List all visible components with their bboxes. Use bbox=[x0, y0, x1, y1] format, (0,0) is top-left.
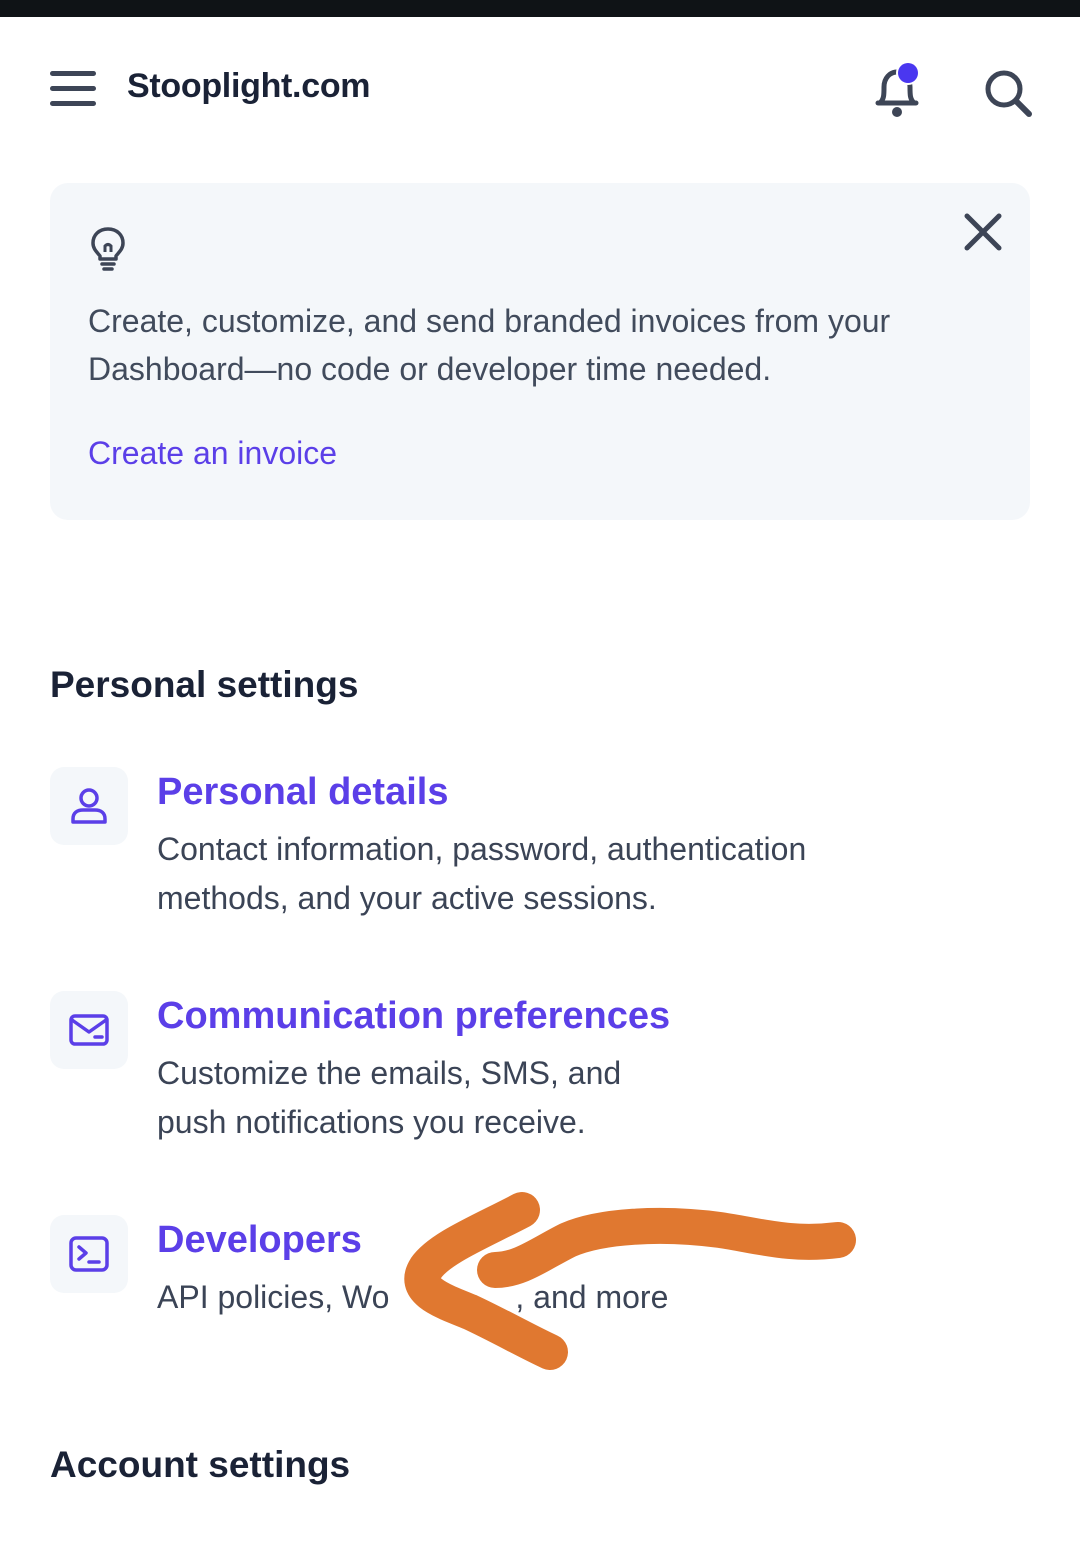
promo-message: Create, customize, and send branded invo… bbox=[88, 303, 891, 387]
personal-details-item[interactable]: Personal details Contact information, pa… bbox=[50, 767, 1030, 927]
notification-dot bbox=[898, 63, 918, 83]
developers-item[interactable]: Developers API policies, Wo , and more bbox=[50, 1215, 1030, 1325]
site-title: Stooplight.com bbox=[127, 67, 371, 105]
developers-title: Developers bbox=[157, 1219, 362, 1261]
description-visible-part: , and more bbox=[515, 1279, 669, 1315]
user-icon bbox=[71, 788, 107, 824]
description-visible-part: API policies, Wo bbox=[157, 1279, 390, 1315]
close-icon bbox=[964, 213, 1002, 251]
invoice-promo-banner: Create, customize, and send branded invo… bbox=[50, 183, 1030, 520]
personal-settings-heading: Personal settings bbox=[50, 664, 359, 705]
account-settings-heading: Account settings bbox=[50, 1444, 351, 1485]
terminal-icon bbox=[69, 1236, 109, 1272]
menu-line bbox=[50, 71, 96, 76]
developers-icon-tile bbox=[50, 1215, 128, 1293]
notifications-button[interactable] bbox=[866, 59, 930, 123]
lightbulb-icon bbox=[91, 227, 125, 271]
personal-details-description: Contact information, password, authentic… bbox=[157, 825, 806, 923]
mail-icon bbox=[69, 1014, 109, 1046]
personal-details-title: Personal details bbox=[157, 771, 449, 813]
communication-preferences-description: Customize the emails, SMS, and push noti… bbox=[157, 1049, 621, 1147]
description-line: push notifications you receive. bbox=[157, 1104, 586, 1140]
menu-line bbox=[50, 101, 96, 106]
hamburger-menu-button[interactable] bbox=[48, 69, 100, 109]
personal-details-icon-tile bbox=[50, 767, 128, 845]
communication-preferences-item[interactable]: Communication preferences Customize the … bbox=[50, 991, 1030, 1151]
description-line: Customize the emails, SMS, and bbox=[157, 1055, 622, 1091]
bell-icon bbox=[875, 61, 920, 117]
menu-line bbox=[50, 86, 96, 91]
top-header: Stooplight.com bbox=[0, 17, 1080, 157]
search-button[interactable] bbox=[980, 65, 1036, 121]
description-line: methods, and your active sessions. bbox=[157, 880, 657, 916]
communication-preferences-title: Communication preferences bbox=[157, 995, 671, 1037]
close-banner-button[interactable] bbox=[960, 209, 1006, 255]
developers-description: API policies, Wo , and more bbox=[157, 1273, 668, 1322]
create-invoice-link[interactable]: Create an invoice bbox=[88, 435, 337, 472]
communication-icon-tile bbox=[50, 991, 128, 1069]
search-icon bbox=[985, 70, 1032, 117]
description-line: Contact information, password, authentic… bbox=[157, 831, 807, 867]
status-bar bbox=[0, 0, 1080, 17]
